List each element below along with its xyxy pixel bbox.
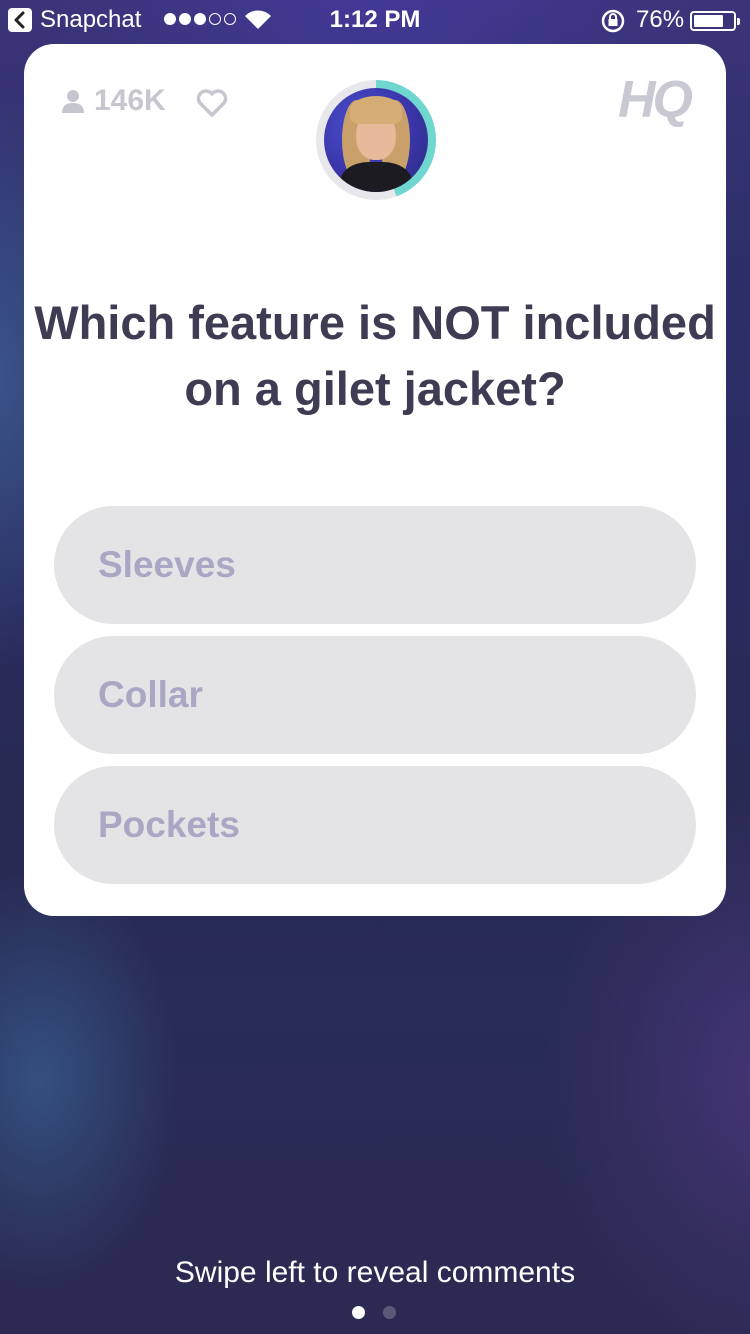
hq-logo: HQ — [618, 71, 693, 129]
page-indicator[interactable] — [352, 1306, 396, 1319]
person-icon — [62, 90, 84, 113]
heart-icon[interactable] — [196, 88, 228, 118]
answer-option-3[interactable]: Pockets — [54, 766, 696, 884]
question-text: Which feature is NOT included on a gilet… — [34, 296, 716, 415]
rotation-lock-icon — [601, 9, 625, 33]
battery-icon — [690, 11, 740, 31]
answer-label: Collar — [98, 674, 203, 715]
page-dot — [383, 1306, 396, 1319]
viewer-count-label: 146K — [94, 84, 166, 117]
answer-label: Pockets — [98, 804, 240, 845]
viewer-count: 146K — [60, 84, 166, 118]
host-timer-ring — [316, 80, 436, 200]
battery-percent: 76% — [636, 6, 685, 33]
status-bar: Snapchat 1:12 PM 76% — [0, 0, 750, 40]
answer-option-2[interactable]: Collar — [54, 636, 696, 754]
page-dot — [352, 1306, 365, 1319]
host-avatar — [324, 88, 428, 192]
answer-option-1[interactable]: Sleeves — [54, 506, 696, 624]
swipe-hint: Swipe left to reveal comments — [174, 1256, 576, 1289]
answer-label: Sleeves — [98, 544, 236, 585]
question-card: 146K HQ Which feature is NOT included on… — [24, 44, 726, 916]
